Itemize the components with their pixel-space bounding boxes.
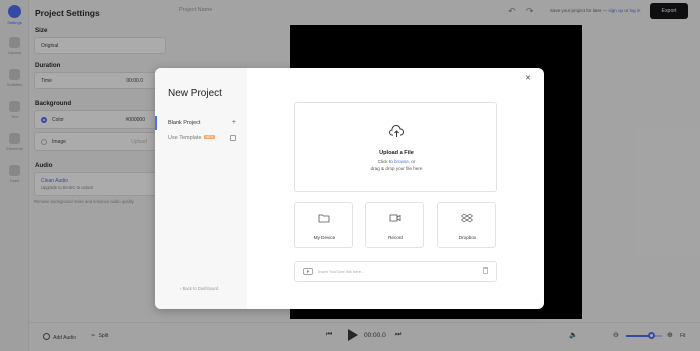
use-template-option[interactable]: Use Template NEW [168, 135, 236, 141]
modal-title: New Project [168, 88, 222, 99]
cloud-upload-icon [389, 125, 404, 137]
template-checkbox[interactable] [230, 135, 236, 141]
dropbox-icon [461, 213, 473, 223]
upload-instructions: Click to browse, or [377, 159, 416, 164]
folder-icon [318, 214, 330, 223]
youtube-icon [303, 268, 313, 275]
my-device-button[interactable]: My Device [294, 202, 353, 248]
trash-icon[interactable] [483, 267, 488, 274]
blank-project-option[interactable]: Blank Project + [168, 119, 236, 126]
youtube-placeholder: Insert YouTube link here... [318, 269, 365, 274]
upload-dropzone[interactable]: Upload a File Click to browse, or drag &… [294, 102, 497, 192]
selected-indicator [155, 116, 157, 130]
record-button[interactable]: Record [365, 202, 424, 248]
upload-title: Upload a File [379, 150, 414, 156]
close-icon[interactable]: ✕ [525, 74, 531, 82]
upload-drag-hint: drag & drop your file here [370, 166, 423, 171]
plus-icon: + [231, 119, 236, 126]
camera-icon [389, 214, 401, 222]
youtube-link-input[interactable]: Insert YouTube link here... [294, 261, 497, 282]
back-to-dashboard-link[interactable]: ‹ Back to Dashboard [180, 286, 218, 291]
modal-sidebar: New Project Blank Project + Use Template… [155, 68, 247, 309]
browse-link[interactable]: browse [394, 159, 409, 164]
new-project-modal: New Project Blank Project + Use Template… [155, 68, 544, 309]
new-badge: NEW [203, 135, 216, 139]
dropbox-button[interactable]: Dropbox [437, 202, 496, 248]
